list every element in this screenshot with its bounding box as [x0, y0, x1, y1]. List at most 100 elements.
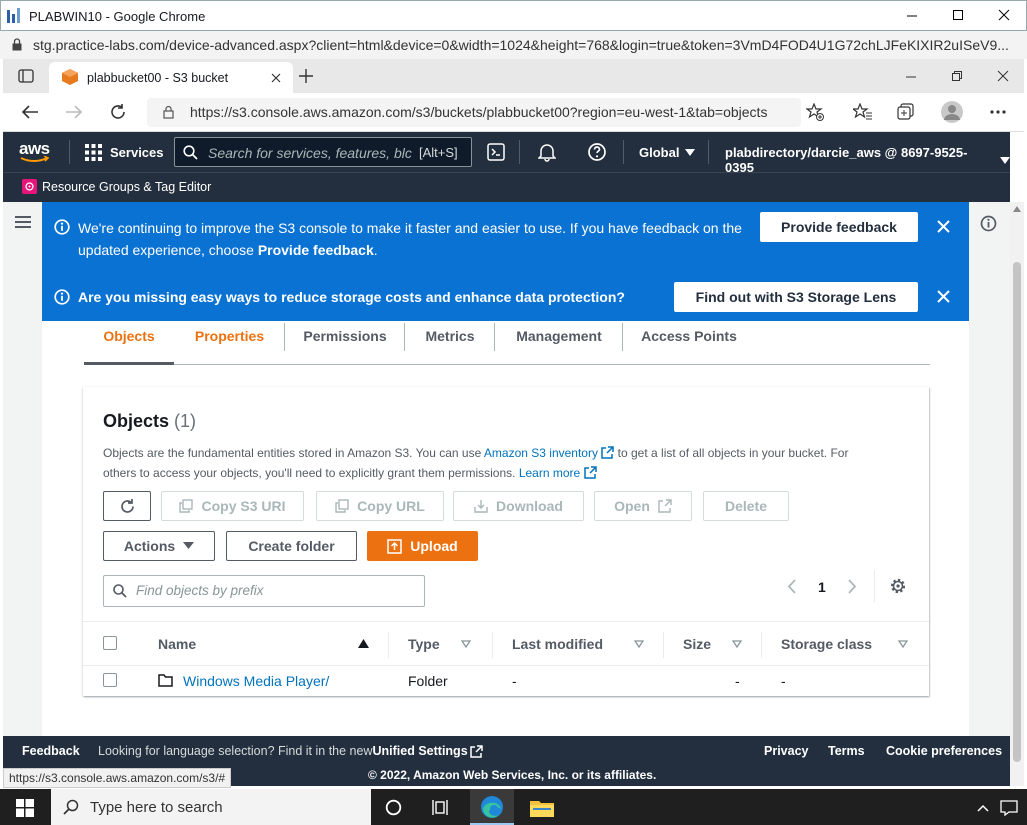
column-header-last-modified[interactable]: Last modified — [512, 636, 603, 652]
unified-settings-link[interactable]: Unified Settings — [373, 744, 468, 758]
hamburger-menu-icon[interactable] — [15, 215, 31, 229]
inner-close-icon[interactable] — [997, 70, 1009, 82]
sort-icon[interactable] — [634, 640, 644, 648]
cloudshell-icon[interactable] — [487, 143, 505, 161]
windows-start-icon[interactable] — [16, 799, 34, 817]
sort-icon[interactable] — [461, 640, 471, 648]
sort-icon[interactable] — [732, 640, 742, 648]
column-header-type[interactable]: Type — [408, 636, 440, 652]
page-scrollbar[interactable] — [1010, 202, 1024, 786]
new-tab-icon[interactable] — [299, 69, 313, 83]
footer-feedback-link[interactable]: Feedback — [22, 744, 80, 758]
footer-privacy-link[interactable]: Privacy — [764, 744, 808, 758]
resource-groups-link[interactable]: Resource Groups & Tag Editor — [42, 180, 211, 194]
storage-lens-button[interactable]: Find out with S3 Storage Lens — [674, 282, 918, 312]
collections-icon[interactable] — [897, 103, 915, 121]
notifications-center-icon[interactable] — [1000, 800, 1018, 816]
address-input[interactable]: https://s3.console.aws.amazon.com/s3/buc… — [147, 98, 801, 127]
pagination-divider — [874, 570, 875, 602]
help-icon[interactable] — [587, 142, 607, 162]
open-button[interactable]: Open — [594, 491, 692, 521]
sort-icon[interactable] — [898, 640, 908, 648]
forward-icon[interactable] — [65, 104, 83, 120]
taskbar-edge-button[interactable] — [470, 789, 514, 825]
scroll-thumb[interactable] — [1013, 262, 1021, 762]
dismiss-banner-icon[interactable] — [937, 220, 950, 233]
upload-label: Upload — [410, 538, 458, 554]
prefix-filter-input[interactable]: Find objects by prefix — [103, 575, 425, 607]
footer-cookie-preferences-link[interactable]: Cookie preferences — [886, 744, 1002, 758]
favorites-icon[interactable] — [853, 103, 873, 121]
minimize-icon[interactable] — [906, 9, 918, 21]
tab-permissions[interactable]: Permissions — [285, 321, 405, 365]
page-number[interactable]: 1 — [818, 579, 826, 595]
close-icon[interactable] — [998, 9, 1010, 21]
services-grid-icon[interactable] — [85, 144, 103, 162]
footer-terms-link[interactable]: Terms — [828, 744, 865, 758]
maximize-icon[interactable] — [952, 9, 964, 21]
global-search-input[interactable]: Search for services, features, blc [Alt+… — [174, 137, 472, 167]
upload-button[interactable]: Upload — [367, 531, 478, 561]
next-page-icon[interactable] — [847, 579, 857, 594]
inner-minimize-icon[interactable] — [905, 71, 917, 83]
column-divider — [663, 632, 664, 658]
previous-page-icon[interactable] — [787, 579, 797, 594]
region-selector[interactable]: Global — [639, 145, 696, 160]
copy-s3-uri-button[interactable]: Copy S3 URI — [161, 491, 304, 521]
aws-logo[interactable]: aws — [19, 139, 51, 163]
cortana-icon[interactable] — [385, 799, 402, 816]
download-button[interactable]: Download — [453, 491, 584, 521]
back-icon[interactable] — [21, 104, 39, 120]
storage-lens-banner: Are you missing easy ways to reduce stor… — [42, 268, 969, 321]
browser-tab-active[interactable]: plabbucket00 - S3 bucket — [49, 62, 293, 93]
column-header-name[interactable]: Name — [158, 636, 196, 652]
profile-avatar[interactable] — [941, 101, 963, 123]
tab-access-points[interactable]: Access Points — [623, 321, 755, 365]
refresh-button[interactable] — [103, 491, 151, 521]
inner-restore-icon[interactable] — [951, 70, 963, 82]
task-view-icon[interactable] — [432, 799, 452, 816]
search-placeholder: Search for services, features, blc — [208, 145, 412, 161]
dismiss-banner-icon[interactable] — [937, 290, 950, 303]
tab-properties[interactable]: Properties — [174, 321, 285, 365]
tray-chevron-up-icon[interactable] — [977, 804, 989, 812]
actions-dropdown[interactable]: Actions — [103, 531, 215, 561]
tab-management[interactable]: Management — [495, 321, 623, 365]
object-name-link[interactable]: Windows Media Player/ — [183, 673, 329, 689]
info-panel-icon[interactable] — [980, 215, 997, 232]
taskbar-search-input[interactable]: Type here to search — [51, 789, 371, 825]
outer-window-titlebar: PLABWIN10 - Google Chrome — [0, 0, 1027, 31]
more-icon[interactable] — [990, 110, 1006, 114]
tab-metrics[interactable]: Metrics — [405, 321, 495, 365]
settings-gear-icon[interactable] — [889, 577, 907, 595]
delete-button[interactable]: Delete — [703, 491, 789, 521]
scroll-up-icon[interactable] — [1013, 206, 1021, 212]
provide-feedback-button[interactable]: Provide feedback — [760, 212, 918, 242]
create-folder-button[interactable]: Create folder — [226, 531, 357, 561]
copy-url-button[interactable]: Copy URL — [316, 491, 444, 521]
column-size-label: Size — [683, 636, 712, 652]
row-checkbox[interactable] — [103, 673, 117, 687]
select-all-checkbox[interactable] — [103, 636, 117, 650]
column-type-label: Type — [408, 636, 440, 652]
services-menu[interactable]: Services — [110, 145, 164, 160]
notifications-bell-icon[interactable] — [538, 142, 556, 162]
column-header-storage-class[interactable]: Storage class — [781, 636, 872, 652]
sort-ascending-icon[interactable] — [358, 639, 369, 648]
column-divider — [761, 632, 762, 658]
column-header-size[interactable]: Size — [683, 636, 711, 652]
tab-objects[interactable]: Objects — [84, 321, 174, 365]
column-last-modified-label: Last modified — [512, 636, 604, 652]
object-last-modified: - — [512, 673, 517, 689]
desc-text-3: others to access your objects, you'll ne… — [103, 466, 519, 480]
tab-actions-icon[interactable] — [18, 69, 34, 83]
caret-down-icon — [1000, 156, 1010, 164]
learn-more-link[interactable]: Learn more — [519, 466, 580, 480]
refresh-icon[interactable] — [109, 103, 127, 121]
favorite-add-icon[interactable] — [806, 103, 824, 121]
tab-close-icon[interactable] — [271, 73, 281, 83]
s3-inventory-link[interactable]: Amazon S3 inventory — [484, 446, 598, 460]
outer-address-bar[interactable]: stg.practice-labs.com/device-advanced.as… — [0, 31, 1027, 59]
file-explorer-icon[interactable] — [530, 799, 554, 817]
account-menu[interactable]: plabdirectory/darcie_aws @ 8697-9525-039… — [725, 145, 1010, 175]
